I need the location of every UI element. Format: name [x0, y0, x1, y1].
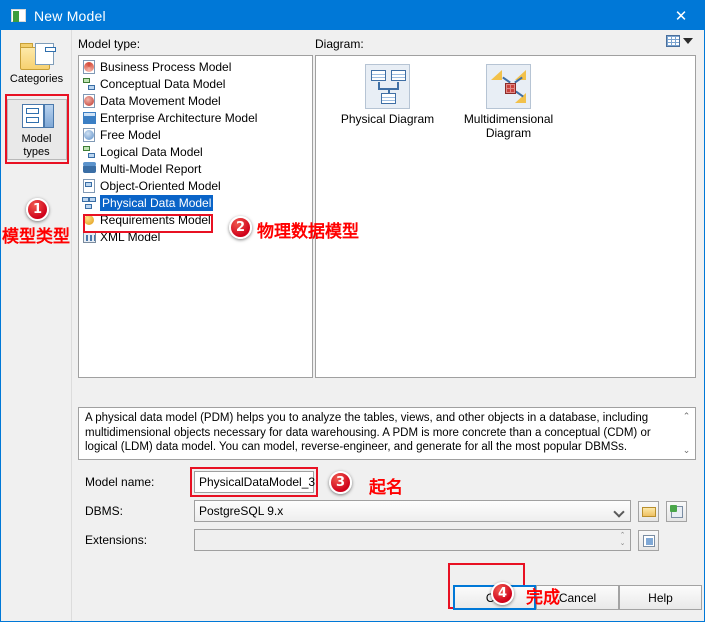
list-item-label: Data Movement Model	[100, 94, 221, 108]
categories-folder-icon	[19, 43, 259, 71]
scroll-up-icon[interactable]: ⌃	[681, 411, 692, 422]
multi-model-report-icon	[82, 162, 97, 176]
dbms-select[interactable]: PostgreSQL 9.x	[194, 500, 631, 522]
scroll-down-icon[interactable]: ⌄	[681, 445, 692, 456]
list-item[interactable]: Free Model	[79, 127, 312, 143]
list-item-label: Conceptual Data Model	[100, 77, 226, 91]
view-toggle[interactable]	[666, 35, 693, 47]
spinner-icon[interactable]: ⌃ ⌄	[618, 532, 627, 549]
diagram-item-label: Multidimensional Diagram	[463, 112, 554, 140]
list-item-label: Physical Data Model	[100, 195, 214, 211]
description-scrollbar[interactable]: ⌃ ⌄	[679, 409, 694, 458]
annotation-badge-4: 4	[491, 582, 514, 605]
new-model-dialog: New Model ✕ Categories Model types Model…	[0, 0, 705, 622]
list-item-label: Business Process Model	[100, 60, 232, 74]
chevron-down-icon[interactable]	[613, 506, 625, 518]
dbms-browse-button[interactable]	[638, 500, 659, 522]
physical-diagram-icon	[365, 64, 410, 109]
annotation-text-1: 模型类型	[2, 227, 70, 247]
rail-item-categories-label: Categories	[9, 73, 64, 85]
model-icon	[11, 9, 26, 22]
help-button[interactable]: Help	[619, 585, 702, 610]
extensions-label: Extensions:	[85, 533, 148, 547]
extensions-input[interactable]: ⌃ ⌄	[194, 529, 631, 551]
list-item-label: Enterprise Architecture Model	[100, 111, 258, 125]
add-dbms-icon	[670, 504, 683, 518]
description-box: A physical data model (PDM) helps you to…	[78, 407, 696, 460]
diagram-label: Diagram:	[315, 37, 364, 51]
list-item[interactable]: Conceptual Data Model	[79, 76, 312, 92]
dbms-label: DBMS:	[85, 504, 124, 518]
properties-icon	[643, 534, 655, 547]
category-rail: Categories Model types	[2, 30, 259, 621]
list-item[interactable]: Object-Oriented Model	[79, 178, 312, 194]
rail-item-model-types-label: Model types	[21, 133, 52, 158]
rail-item-model-types[interactable]: Model types	[4, 94, 69, 164]
model-types-icon	[20, 103, 54, 131]
diagram-item-label: Physical Diagram	[340, 112, 435, 126]
dbms-row: DBMS: PostgreSQL 9.x	[78, 500, 696, 522]
close-icon[interactable]: ✕	[658, 1, 704, 30]
dialog-body: Categories Model types Model type: Diagr…	[1, 30, 704, 621]
free-model-icon	[82, 128, 97, 142]
description-text: A physical data model (PDM) helps you to…	[85, 412, 651, 453]
multidimensional-diagram-icon	[486, 64, 531, 109]
list-item-physical-data-model[interactable]: Physical Data Model	[79, 195, 312, 211]
list-item-label: Multi-Model Report	[100, 162, 202, 176]
business-process-icon	[82, 60, 97, 74]
folder-icon	[642, 506, 656, 517]
physical-model-highlight	[83, 214, 213, 233]
logical-data-icon	[82, 145, 97, 159]
list-item[interactable]: Business Process Model	[79, 59, 312, 75]
diagram-item-multidimensional[interactable]: Multidimensional Diagram	[451, 64, 566, 140]
list-item[interactable]: Logical Data Model	[79, 144, 312, 160]
conceptual-data-icon	[82, 77, 97, 91]
extensions-row: Extensions: ⌃ ⌄	[78, 529, 696, 551]
dialog-buttons: OK Cancel Help	[1, 563, 704, 611]
window-title: New Model	[34, 7, 106, 24]
rail-item-categories[interactable]: Categories	[5, 36, 259, 88]
list-item[interactable]: Enterprise Architecture Model	[79, 110, 312, 126]
list-item[interactable]: Multi-Model Report	[79, 161, 312, 177]
annotation-badge-3: 3	[329, 471, 352, 494]
data-movement-icon	[82, 94, 97, 108]
enterprise-architecture-icon	[82, 111, 97, 125]
object-oriented-icon	[82, 179, 97, 193]
physical-data-icon	[82, 196, 97, 210]
list-item-label: Object-Oriented Model	[100, 179, 221, 193]
annotation-text-2: 物理数据模型	[257, 222, 359, 242]
diagram-list[interactable]: Physical Diagram Multidimensional Diagra…	[315, 55, 696, 378]
annotation-text-4: 完成	[526, 588, 560, 608]
dbms-add-button[interactable]	[666, 500, 687, 522]
chevron-down-icon[interactable]	[683, 38, 693, 44]
list-item[interactable]: Data Movement Model	[79, 93, 312, 109]
title-bar: New Model ✕	[1, 1, 704, 30]
extensions-properties-button[interactable]	[638, 529, 659, 551]
dbms-value: PostgreSQL 9.x	[199, 504, 284, 518]
grid-view-icon[interactable]	[666, 35, 680, 47]
annotation-text-3: 起名	[369, 478, 403, 498]
list-item-label: Free Model	[100, 128, 161, 142]
diagram-item-physical[interactable]: Physical Diagram	[330, 64, 445, 140]
model-name-highlight	[190, 467, 318, 497]
annotation-badge-1: 1	[26, 198, 49, 221]
list-item-label: Logical Data Model	[100, 145, 203, 159]
model-name-label: Model name:	[85, 475, 155, 489]
model-type-label: Model type:	[78, 37, 141, 51]
annotation-badge-2: 2	[229, 216, 252, 239]
